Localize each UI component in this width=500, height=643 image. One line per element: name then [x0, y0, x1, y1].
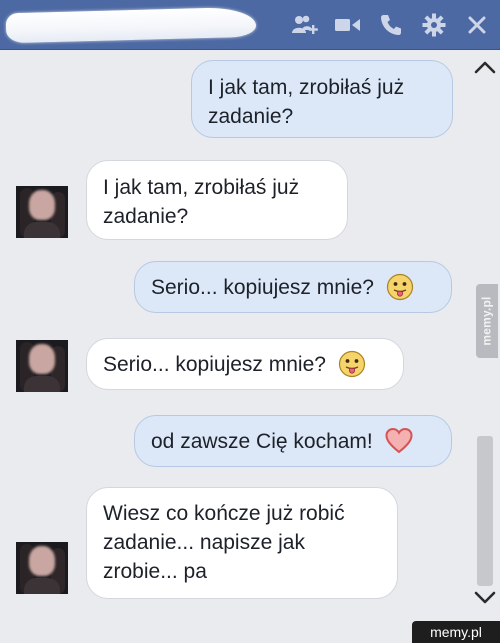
message-line: Serio... kopiujesz mnie?: [103, 352, 326, 376]
scroll-thumb[interactable]: [477, 436, 493, 586]
contact-avatar[interactable]: [16, 186, 68, 238]
message-outgoing: od zawsze Cię kocham!: [134, 415, 452, 467]
scroll-up-arrow-icon[interactable]: [470, 52, 500, 82]
message-incoming: I jak tam, zrobiłaś już zadanie?: [86, 160, 348, 240]
message-line: I jak tam, zrobiłaś już: [208, 76, 405, 99]
heart-emoji: [385, 427, 413, 455]
side-watermark: memy.pl: [476, 284, 498, 358]
tongue-face-emoji: [338, 350, 366, 378]
redacted-contact-name: [5, 6, 257, 44]
message-line: Wiesz co kończe już robić: [103, 502, 345, 525]
message-incoming: Wiesz co kończe już robić zadanie... nap…: [86, 487, 398, 599]
side-watermark-text: memy.pl: [480, 296, 495, 346]
scroll-down-arrow-icon[interactable]: [470, 583, 500, 613]
message-line: I jak tam, zrobiłaś już: [103, 176, 300, 199]
message-line: od zawsze Cię kocham!: [151, 429, 373, 453]
message-outgoing: Serio... kopiujesz mnie?: [134, 261, 452, 313]
message-line: Serio... kopiujesz mnie?: [151, 275, 374, 299]
video-call-icon[interactable]: [335, 12, 361, 38]
contact-avatar[interactable]: [16, 340, 68, 392]
phone-icon[interactable]: [378, 12, 404, 38]
tongue-face-emoji: [386, 273, 414, 301]
chat-title-bar: [0, 0, 500, 50]
contact-avatar[interactable]: [16, 542, 68, 594]
message-line: zadanie... napisze jak: [103, 531, 305, 554]
message-outgoing: I jak tam, zrobiłaś już zadanie?: [191, 60, 453, 138]
gear-icon[interactable]: [421, 12, 447, 38]
message-line: zrobie... pa: [103, 560, 207, 583]
title-bar-actions: [292, 0, 490, 50]
message-line: zadanie?: [103, 205, 189, 228]
close-icon[interactable]: [464, 12, 490, 38]
conversation-area[interactable]: I jak tam, zrobiłaś już zadanie? I jak t…: [0, 50, 470, 623]
bottom-watermark: memy.pl: [412, 621, 500, 643]
message-line: zadanie?: [208, 105, 294, 128]
add-friend-icon[interactable]: [292, 12, 318, 38]
message-incoming: Serio... kopiujesz mnie?: [86, 338, 404, 390]
